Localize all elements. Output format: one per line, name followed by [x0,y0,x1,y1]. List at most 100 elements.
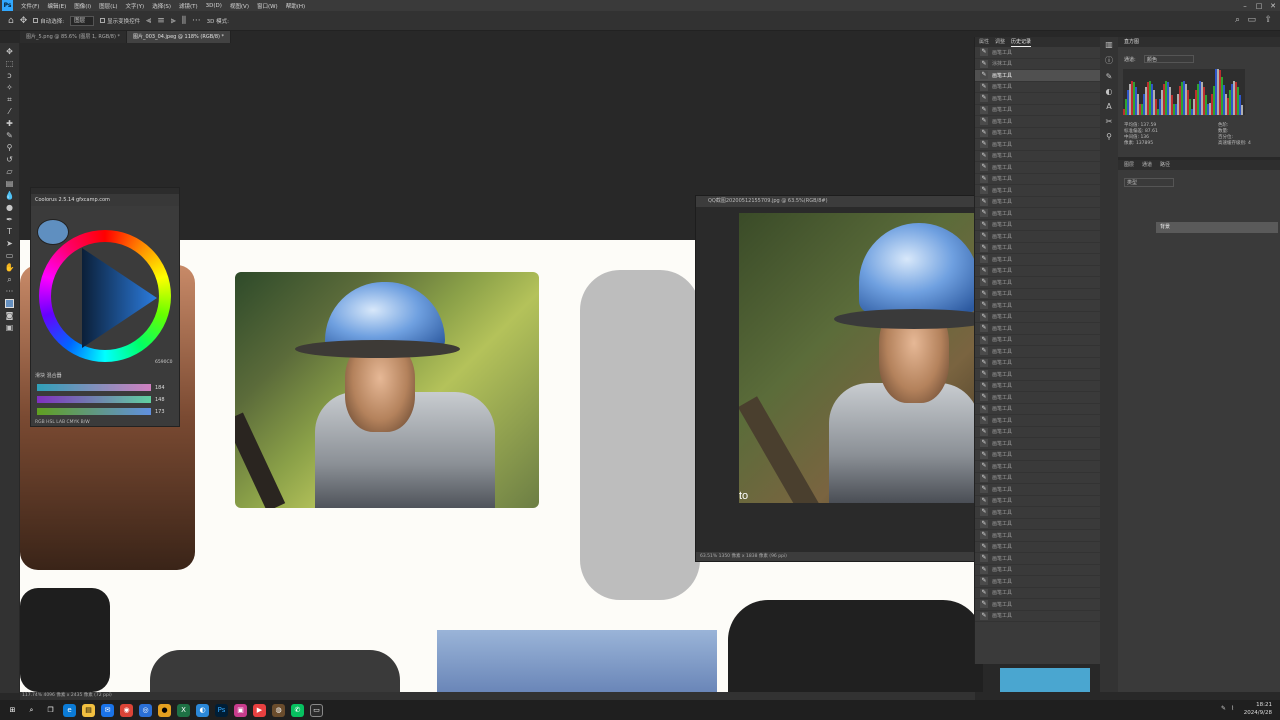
app-icon[interactable]: ▣ [234,703,247,717]
move-tool-icon[interactable]: ✥ [20,16,28,26]
minimize-icon[interactable]: – [1238,0,1252,11]
brush-tool-icon[interactable]: ✎ [3,130,16,141]
layer-filter-input[interactable]: 类型 [1124,178,1174,187]
history-item[interactable]: ✎ 画笔工具 [975,576,1100,588]
edge-icon[interactable]: e [63,703,76,717]
slider-g[interactable] [37,396,151,403]
menu-window[interactable]: 窗口(W) [253,2,282,10]
history-item[interactable]: ✎ 画笔工具 [975,588,1100,599]
menu-view[interactable]: 视图(V) [226,2,253,10]
slider-b[interactable] [37,408,151,415]
lasso-tool-icon[interactable]: ↄ [3,70,16,81]
app-icon[interactable]: ◍ [272,703,285,717]
color-mode-tabs[interactable]: RGB HSL LAB CMYK B/W [35,420,90,425]
history-item[interactable]: ✎ 画笔工具 [975,254,1100,266]
menu-select[interactable]: 选择(S) [148,2,175,10]
layer-background[interactable]: 背景 [1156,222,1278,233]
history-item[interactable]: ✎ 画笔工具 [975,507,1100,519]
channel-dropdown[interactable]: 颜色 [1144,55,1194,63]
clock[interactable]: 18:21 2024/9/28 [1244,701,1272,717]
share-icon[interactable]: ⇪ [1264,15,1272,25]
history-item[interactable]: ✎ 画笔工具 [975,599,1100,611]
close-icon[interactable]: ✕ [1266,0,1280,11]
type-tool-icon[interactable]: T [3,226,16,237]
history-item[interactable]: ✎ 画笔工具 [975,484,1100,496]
slider-r[interactable] [37,384,151,391]
workspace-icon[interactable]: ▭ [1247,15,1256,25]
history-item[interactable]: ✎ 画笔工具 [975,277,1100,289]
auto-select-checkbox[interactable]: 自动选择: [33,17,64,25]
magic-wand-icon[interactable]: ✧ [3,82,16,93]
menu-file[interactable]: 文件(F) [17,2,43,10]
excel-icon[interactable]: X [177,703,190,717]
tab-properties[interactable]: 属性 [979,37,989,47]
maximize-icon[interactable]: □ [1252,0,1266,11]
eraser-icon[interactable]: ▱ [3,166,16,177]
eyedropper-icon[interactable]: ⁄ [3,106,16,117]
history-item[interactable]: ✎ 画笔工具 [975,461,1100,473]
history-item[interactable]: ✎ 画笔工具 [975,358,1100,369]
history-item[interactable]: ✎ 画笔工具 [975,162,1100,174]
history-item[interactable]: ✎ 画笔工具 [975,415,1100,427]
path-select-icon[interactable]: ➤ [3,238,16,249]
windows-start-icon[interactable]: ⊞ [6,704,19,717]
file-explorer-icon[interactable]: ▤ [82,703,95,717]
character-icon[interactable]: A [1106,102,1111,111]
history-item[interactable]: ✎ 画笔工具 [975,392,1100,404]
history-item[interactable]: ✎ 画笔工具 [975,208,1100,220]
history-item[interactable]: ✎ 画笔工具 [975,553,1100,565]
history-item[interactable]: ✎ 画笔工具 [975,473,1100,484]
tab-paths[interactable]: 路径 [1160,160,1170,170]
app-icon[interactable]: ▭ [310,703,323,717]
search-icon[interactable]: ⌕ [25,704,38,717]
blur-tool-icon[interactable]: 💧 [3,190,16,201]
stamp-icon[interactable]: ⚲ [1106,132,1112,141]
menu-filter[interactable]: 滤镜(T) [175,2,202,10]
browser-icon[interactable]: ◎ [139,703,152,717]
history-item[interactable]: ✎ 画笔工具 [975,185,1100,197]
tab-channels[interactable]: 通道 [1142,160,1152,170]
slider-g-value[interactable]: 148 [155,397,165,403]
dodge-tool-icon[interactable]: ● [3,202,16,213]
search-icon[interactable]: ⌕ [1235,15,1240,25]
align-right-icon[interactable]: ⫸ [171,16,176,26]
history-item[interactable]: ✎ 画笔工具 [975,300,1100,312]
history-item[interactable]: ✎ 画笔工具 [975,335,1100,346]
tab-history[interactable]: 历史记录 [1011,37,1032,47]
app-icon[interactable]: ● [158,703,171,717]
tab-adjustments[interactable]: 调整 [995,37,1005,47]
healing-brush-icon[interactable]: ✚ [3,118,16,129]
wechat-icon[interactable]: ✆ [291,703,304,717]
tab-image-003-04[interactable]: 图片_003_04.jpeg @ 118% (RGB/8) * [127,31,232,43]
history-item[interactable]: ✎ 画笔工具 [975,197,1100,208]
color-wheel[interactable] [39,230,171,362]
history-item[interactable]: ✎ 画笔工具 [975,542,1100,553]
gradient-tool-icon[interactable]: ▤ [3,178,16,189]
slider-b-value[interactable]: 173 [155,409,165,415]
hand-tool-icon[interactable]: ✋ [3,262,16,273]
history-item[interactable]: ✎ 画笔工具 [975,231,1100,243]
history-item[interactable]: ✎ 画笔工具 [975,116,1100,128]
history-item[interactable]: ✎ 画笔工具 [975,565,1100,576]
history-item[interactable]: ✎ 画笔工具 [975,139,1100,151]
history-item[interactable]: ✎ 画笔工具 [975,438,1100,450]
history-item[interactable]: ✎ 画笔工具 [975,220,1100,231]
task-view-icon[interactable]: ❐ [44,704,57,717]
menu-image[interactable]: 图像(I) [70,2,95,10]
history-item[interactable]: ✎ 画笔工具 [975,381,1100,392]
history-item[interactable]: ✎ 画笔工具 [975,404,1100,415]
tab-layers[interactable]: 图层 [1124,160,1134,170]
menu-layer[interactable]: 图层(L) [95,2,121,10]
history-item[interactable]: ✎ 画笔工具 [975,427,1100,438]
history-item[interactable]: ✎ 画笔工具 [975,369,1100,381]
history-item[interactable]: ✎ 画笔工具 [975,323,1100,335]
history-item[interactable]: ✎ 画笔工具 [975,243,1100,254]
more-tools-icon[interactable]: ··· [3,286,16,297]
shape-tool-icon[interactable]: ▭ [3,250,16,261]
photoshop-taskbar-icon[interactable]: Ps [215,703,228,717]
slider-r-value[interactable]: 184 [155,385,165,391]
history-item[interactable]: ✎ 画笔工具 [975,128,1100,139]
menu-3d[interactable]: 3D(D) [202,3,226,9]
screen-mode-icon[interactable]: ▣ [3,322,16,333]
history-item[interactable]: ✎ 画笔工具 [975,611,1100,622]
